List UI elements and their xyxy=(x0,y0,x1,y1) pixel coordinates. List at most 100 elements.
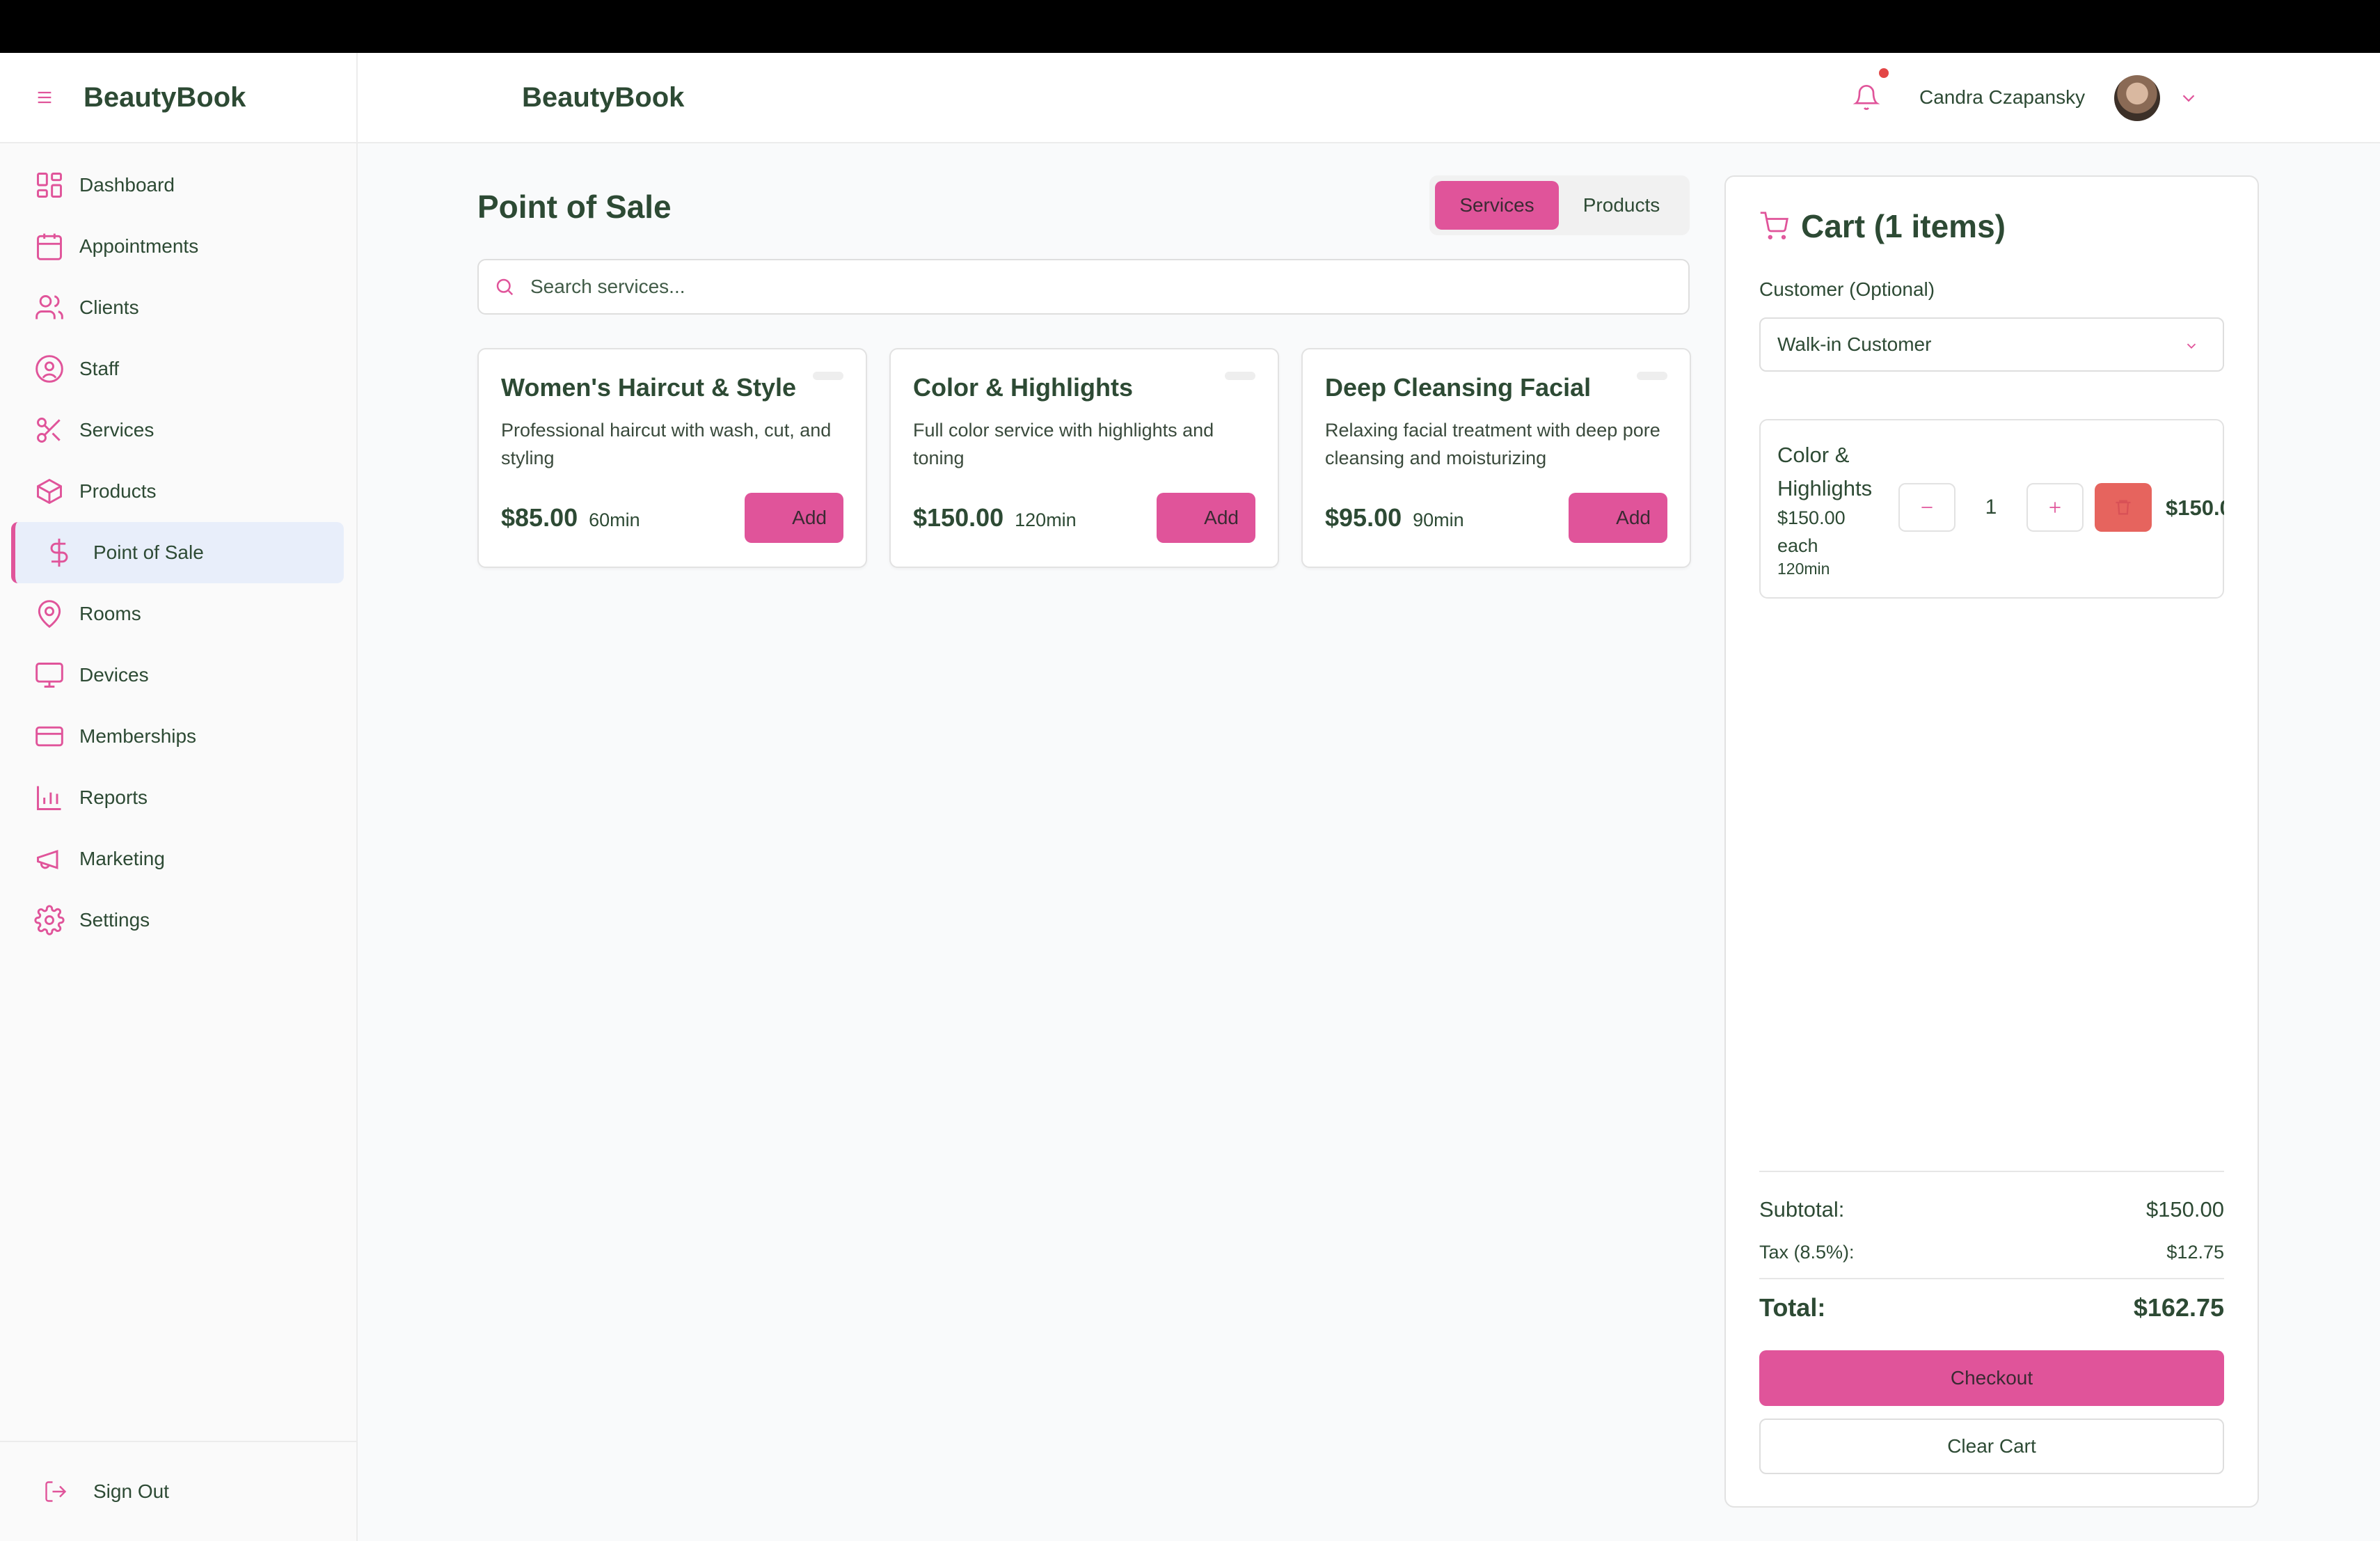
tax-value: $12.75 xyxy=(2166,1242,2224,1263)
service-card: Women's Haircut & Style Professional hai… xyxy=(477,348,867,568)
line-item-name: Color & Highlights xyxy=(1777,443,1873,500)
top-header: BeautyBook Candra Czapansky xyxy=(358,53,2380,143)
sidebar-item-label: Appointments xyxy=(79,235,199,257)
increase-quantity-button[interactable] xyxy=(2026,483,2084,532)
card-tag xyxy=(813,372,843,380)
clear-cart-button[interactable]: Clear Cart xyxy=(1759,1418,2224,1474)
dashboard-icon xyxy=(33,169,65,201)
header-brand: BeautyBook xyxy=(522,81,685,113)
sidebar-item-clients[interactable]: Clients xyxy=(0,277,356,338)
minus-icon xyxy=(1921,507,1933,508)
chevron-down-icon[interactable] xyxy=(2178,88,2199,109)
service-footer: $85.00 60min Add xyxy=(501,493,843,543)
add-to-cart-button[interactable]: Add xyxy=(745,493,843,543)
users-icon xyxy=(33,292,65,324)
notification-dot xyxy=(1879,68,1889,78)
monitor-icon xyxy=(33,659,65,691)
user-circle-icon xyxy=(33,353,65,385)
sidebar-item-point-of-sale[interactable]: Point of Sale xyxy=(11,522,344,583)
service-footer: $150.00 120min Add xyxy=(913,493,1255,543)
service-duration: 120min xyxy=(1015,509,1077,530)
sidebar-brand: BeautyBook xyxy=(84,81,246,113)
sidebar-item-label: Memberships xyxy=(79,725,197,747)
customer-select[interactable]: Walk-in Customer xyxy=(1759,317,2224,372)
total-row: Total: $162.75 xyxy=(1759,1293,2224,1322)
hamburger-menu-icon[interactable] xyxy=(35,88,54,107)
chevron-down-icon xyxy=(2187,343,2196,349)
service-description: Relaxing facial treatment with deep pore… xyxy=(1325,420,1660,468)
sidebar-item-label: Products xyxy=(79,480,157,502)
sidebar-item-rooms[interactable]: Rooms xyxy=(0,583,356,645)
service-name: Deep Cleansing Facial xyxy=(1325,373,1592,402)
service-grid: Women's Haircut & Style Professional hai… xyxy=(477,348,1691,568)
add-to-cart-button[interactable]: Add xyxy=(1157,493,1255,543)
sign-out-label: Sign Out xyxy=(93,1480,169,1502)
total-value: $162.75 xyxy=(2133,1293,2224,1322)
service-description: Professional haircut with wash, cut, and… xyxy=(501,420,832,468)
service-duration: 90min xyxy=(1413,509,1464,530)
sidebar-item-label: Settings xyxy=(79,909,150,931)
service-price: $95.00 xyxy=(1325,503,1402,532)
customer-select-value: Walk-in Customer xyxy=(1777,333,1932,355)
service-name: Women's Haircut & Style xyxy=(501,373,797,402)
summary-divider xyxy=(1759,1171,2224,1172)
sidebar-item-label: Staff xyxy=(79,358,120,379)
system-top-bar xyxy=(0,0,2380,53)
line-item-unit-price: $150.00 each xyxy=(1777,507,1846,556)
search-icon xyxy=(496,278,514,296)
decrease-quantity-button[interactable] xyxy=(1898,483,1955,532)
sidebar-item-label: Rooms xyxy=(79,603,141,624)
service-description: Full color service with highlights and t… xyxy=(913,420,1214,468)
subtotal-row: Subtotal: $150.00 xyxy=(1759,1197,2224,1222)
bar-chart-icon xyxy=(33,782,65,814)
avatar[interactable] xyxy=(2114,75,2160,121)
sidebar-item-appointments[interactable]: Appointments xyxy=(0,216,356,277)
sidebar-item-products[interactable]: Products xyxy=(0,461,356,522)
sidebar-item-marketing[interactable]: Marketing xyxy=(0,828,356,890)
sign-out-button[interactable]: Sign Out xyxy=(0,1441,356,1541)
subtotal-value: $150.00 xyxy=(2145,1197,2224,1222)
trash-icon xyxy=(2116,500,2131,515)
bell-icon[interactable] xyxy=(1853,84,1880,111)
cart-panel: Cart (1 items) Customer (Optional) Walk-… xyxy=(1724,175,2259,1508)
service-name: Color & Highlights xyxy=(913,373,1133,402)
service-price: $85.00 xyxy=(501,503,578,532)
tab-products[interactable]: Products xyxy=(1559,181,1684,230)
plus-icon xyxy=(2049,502,2061,513)
sidebar-item-staff[interactable]: Staff xyxy=(0,338,356,400)
shopping-cart-icon xyxy=(1760,212,1788,239)
checkout-button[interactable]: Checkout xyxy=(1759,1350,2224,1406)
sidebar-item-reports[interactable]: Reports xyxy=(0,767,356,828)
sidebar-item-memberships[interactable]: Memberships xyxy=(0,706,356,767)
customer-label: Customer (Optional) xyxy=(1759,278,1935,300)
sidebar-item-label: Devices xyxy=(79,664,149,686)
remove-item-button[interactable] xyxy=(2095,483,2152,532)
sidebar: BeautyBook Dashboard Appointments Client… xyxy=(0,53,358,1541)
total-divider xyxy=(1759,1278,2224,1279)
catalog-tabs: Services Products xyxy=(1429,175,1690,235)
sidebar-item-devices[interactable]: Devices xyxy=(0,645,356,706)
page-title: Point of Sale xyxy=(477,189,672,225)
dollar-icon xyxy=(43,537,75,569)
sidebar-item-label: Reports xyxy=(79,787,148,808)
add-to-cart-button[interactable]: Add xyxy=(1569,493,1667,543)
service-footer: $95.00 90min Add xyxy=(1325,493,1667,543)
service-card: Color & Highlights Full color service wi… xyxy=(889,348,1279,568)
line-item-quantity: 1 xyxy=(1985,496,1997,519)
sidebar-item-services[interactable]: Services xyxy=(0,400,356,461)
total-label: Total: xyxy=(1759,1293,1826,1322)
service-card: Deep Cleansing Facial Relaxing facial tr… xyxy=(1301,348,1691,568)
tax-row: Tax (8.5%): $12.75 xyxy=(1759,1242,2224,1263)
package-icon xyxy=(33,475,65,507)
search-input[interactable] xyxy=(530,276,1644,298)
subtotal-label: Subtotal: xyxy=(1759,1197,1845,1222)
tab-services[interactable]: Services xyxy=(1435,181,1559,230)
cart-title: Cart (1 items) xyxy=(1759,207,2006,245)
megaphone-icon xyxy=(33,843,65,875)
service-price: $150.00 xyxy=(913,503,1004,532)
user-name[interactable]: Candra Czapansky xyxy=(1919,86,2085,109)
sidebar-item-label: Marketing xyxy=(79,848,165,869)
sidebar-item-settings[interactable]: Settings xyxy=(0,890,356,951)
cart-line-item: Color & Highlights $150.00 each 120min 1… xyxy=(1759,419,2224,599)
sidebar-item-dashboard[interactable]: Dashboard xyxy=(0,155,356,216)
